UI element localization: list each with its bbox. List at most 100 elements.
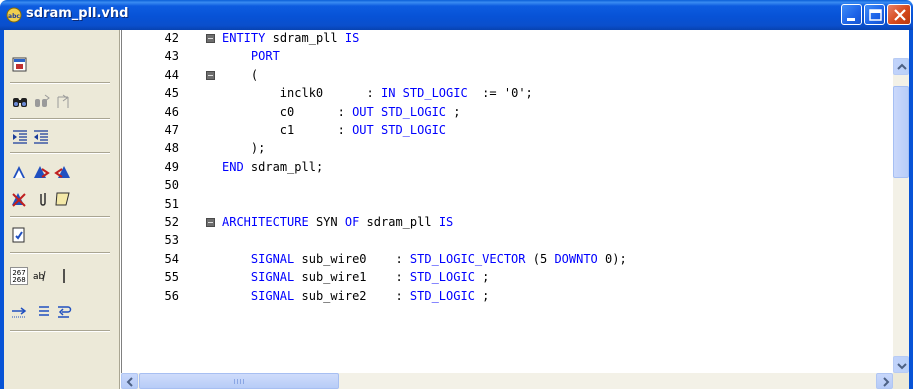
- vertical-scroll-thumb[interactable]: [893, 86, 909, 178]
- code-text: c0 : OUT STD_LOGIC ;: [279, 104, 461, 119]
- code-line[interactable]: 48 );: [121, 140, 893, 158]
- next-bookmark-icon[interactable]: [32, 163, 50, 181]
- line-number: 50: [164, 178, 179, 193]
- toolbar-separator: [10, 216, 110, 218]
- code-line[interactable]: 53: [121, 232, 893, 250]
- maximize-button[interactable]: [864, 4, 885, 25]
- code-line[interactable]: 42 ENTITY sdram_pll IS: [121, 30, 893, 48]
- fold-collapse-icon[interactable]: [206, 34, 215, 43]
- code-text: c1 : OUT STD_LOGIC: [279, 123, 447, 137]
- window-title: sdram_pll.vhd: [26, 6, 129, 21]
- align-icon[interactable]: [34, 302, 52, 320]
- line-number: 53: [164, 233, 179, 248]
- indent-icon[interactable]: [11, 128, 29, 146]
- window-frame-right: [909, 30, 913, 389]
- toolbar-separator: [10, 252, 110, 254]
- code-line[interactable]: 43 PORT: [121, 48, 893, 66]
- vhdl-file-icon: abc: [6, 7, 22, 23]
- scroll-down-button[interactable]: [893, 356, 909, 373]
- svg-text:268: 268: [12, 276, 25, 284]
- code-line[interactable]: 55 SIGNAL sub_wire1 : STD_LOGIC ;: [121, 269, 893, 287]
- chevron-right-icon: [883, 377, 890, 387]
- scroll-left-button[interactable]: [121, 373, 138, 389]
- code-text: PORT: [250, 49, 280, 64]
- code-text: SIGNAL sub_wire2 : STD_LOGIC ;: [250, 288, 490, 303]
- close-icon: [894, 9, 906, 21]
- thumb-grip: [237, 379, 238, 384]
- unindent-icon[interactable]: [32, 128, 50, 146]
- close-button[interactable]: [887, 4, 911, 25]
- line-number: 43: [164, 49, 179, 64]
- scroll-right-button[interactable]: [876, 373, 893, 389]
- horizontal-scrollbar[interactable]: [121, 373, 893, 389]
- fold-collapse-icon[interactable]: [206, 218, 215, 227]
- code-line[interactable]: 52 ARCHITECTURE SYN OF sdram_pll IS: [121, 214, 893, 232]
- toolbar-separator: [10, 118, 110, 120]
- insert-template-icon[interactable]: [11, 56, 29, 74]
- code-text: inclk0 : IN STD_LOGIC := '0';: [279, 86, 533, 101]
- code-text: ENTITY sdram_pll IS: [222, 31, 360, 45]
- line-number: 51: [164, 196, 179, 211]
- line-number: 55: [164, 270, 179, 285]
- line-number: 52: [164, 215, 179, 229]
- code-line[interactable]: 47 c1 : OUT STD_LOGIC: [121, 122, 893, 140]
- maximize-icon: [869, 9, 882, 21]
- code-line[interactable]: 56 SIGNAL sub_wire2 : STD_LOGIC ;: [121, 288, 893, 306]
- code-text: END sdram_pll;: [222, 159, 324, 174]
- cursor-icon[interactable]: [56, 267, 74, 285]
- scroll-up-button[interactable]: [893, 58, 909, 75]
- minimize-button[interactable]: [841, 4, 862, 25]
- chevron-left-icon: [126, 377, 133, 387]
- minimize-icon: [847, 18, 855, 21]
- code-text: SIGNAL sub_wire0 : STD_LOGIC_VECTOR (5 D…: [250, 251, 627, 266]
- code-editor[interactable]: 42 ENTITY sdram_pll IS 43 PORT 44 (45 inclk…: [121, 30, 893, 373]
- toggle-bookmark-icon[interactable]: [10, 163, 28, 181]
- svg-text:abc: abc: [8, 13, 20, 20]
- code-line[interactable]: 44 (: [121, 67, 893, 85]
- toolbar-separator: [10, 82, 110, 84]
- previous-bookmark-icon[interactable]: [54, 163, 72, 181]
- code-line[interactable]: 54 SIGNAL sub_wire0 : STD_LOGIC_VECTOR (…: [121, 251, 893, 269]
- go-to-line-icon[interactable]: [54, 93, 72, 111]
- wrap-icon[interactable]: [54, 302, 72, 320]
- scroll-corner: [893, 373, 909, 389]
- fold-collapse-icon[interactable]: [206, 70, 215, 80]
- code-line[interactable]: 45 inclk0 : IN STD_LOGIC := '0';: [121, 85, 893, 103]
- spell-check-icon[interactable]: ab: [32, 267, 50, 285]
- attach-icon[interactable]: [34, 190, 52, 208]
- line-number: 49: [164, 159, 179, 174]
- code-line[interactable]: 46 c0 : OUT STD_LOGIC ;: [121, 104, 893, 122]
- tab-right-icon[interactable]: [10, 302, 28, 320]
- find-icon[interactable]: [11, 93, 29, 111]
- clear-bookmarks-icon[interactable]: [10, 190, 28, 208]
- select-all-icon[interactable]: [54, 190, 72, 208]
- thumb-grip: [243, 379, 244, 384]
- code-line[interactable]: 50: [121, 177, 893, 195]
- code-text: SIGNAL sub_wire1 : STD_LOGIC ;: [250, 270, 490, 285]
- code-text: ARCHITECTURE SYN OF sdram_pll IS: [222, 215, 454, 229]
- title-bar[interactable]: abc sdram_pll.vhd: [0, 0, 913, 30]
- line-number: 42: [164, 31, 179, 45]
- line-number: 47: [164, 123, 179, 137]
- code-line[interactable]: 51: [121, 196, 893, 214]
- line-number: 45: [164, 86, 179, 101]
- line-number: 54: [164, 251, 179, 266]
- horizontal-scroll-thumb[interactable]: [139, 373, 339, 389]
- check-syntax-icon[interactable]: [10, 226, 28, 244]
- chevron-down-icon: [897, 363, 907, 370]
- vertical-scrollbar[interactable]: [893, 58, 909, 373]
- line-number: 48: [164, 141, 179, 156]
- line-number: 46: [164, 104, 179, 119]
- text-editor-toolbar: 267 268 ab: [4, 30, 120, 389]
- toolbar-separator: [10, 330, 110, 332]
- thumb-grip: [234, 379, 235, 384]
- code-text: );: [250, 141, 266, 156]
- find-next-icon[interactable]: [33, 93, 51, 111]
- code-line[interactable]: 49 END sdram_pll;: [121, 159, 893, 177]
- toolbar-separator: [10, 152, 110, 154]
- chevron-up-icon: [897, 63, 907, 70]
- line-numbers-icon[interactable]: 267 268: [10, 267, 28, 285]
- code-text: (: [250, 67, 259, 82]
- thumb-grip: [240, 379, 241, 384]
- line-number: 56: [164, 288, 179, 303]
